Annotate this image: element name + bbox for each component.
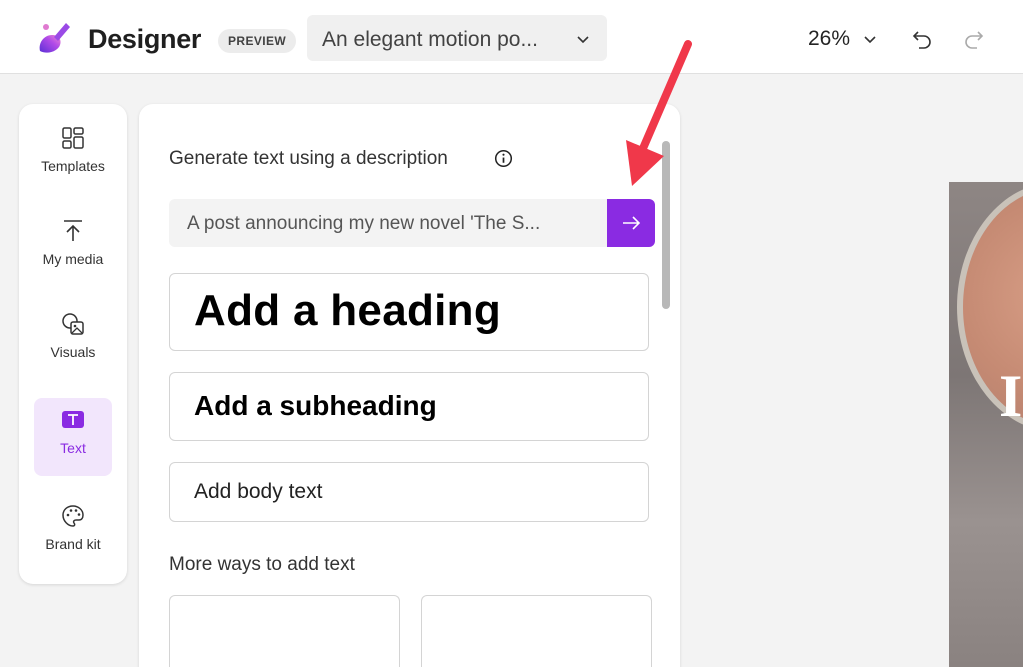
palette-icon [62, 505, 84, 527]
rail-item-brand-kit[interactable]: Brand kit [34, 494, 112, 572]
top-bar: Designer PREVIEW An elegant motion po...… [0, 0, 1023, 74]
prompt-input-value: A post announcing my new novel 'The S... [187, 213, 541, 234]
design-canvas[interactable]: I [949, 182, 1023, 667]
text-icon [62, 411, 84, 428]
arrow-right-icon [623, 216, 641, 230]
rail-item-label: My media [42, 251, 104, 267]
visuals-icon [62, 313, 84, 335]
app-name: Designer [88, 24, 202, 54]
add-heading-label: Add a heading [194, 286, 502, 335]
rail-item-my-media[interactable]: My media [34, 209, 112, 287]
prompt-input[interactable]: A post announcing my new novel 'The S... [169, 199, 607, 247]
generate-button[interactable] [607, 199, 655, 247]
generate-text-heading: Generate text using a description [169, 148, 448, 169]
add-subheading-label: Add a subheading [194, 390, 437, 421]
left-rail: Templates My media Visuals Text Brand ki… [19, 104, 127, 584]
rail-item-label: Templates [41, 158, 105, 174]
add-subheading-button[interactable]: Add a subheading [169, 372, 649, 441]
add-body-text-label: Add body text [194, 480, 323, 503]
designer-logo-icon [39, 23, 70, 53]
rail-item-text[interactable]: Text [34, 398, 112, 476]
templates-icon [62, 127, 84, 149]
rail-item-label: Text [60, 440, 86, 456]
rail-item-visuals[interactable]: Visuals [34, 302, 112, 380]
chevron-down-icon [577, 36, 589, 44]
rail-item-label: Brand kit [45, 536, 101, 552]
add-body-text-button[interactable]: Add body text [169, 462, 649, 522]
info-icon[interactable] [494, 149, 513, 168]
design-title-dropdown[interactable]: An elegant motion po... [307, 15, 607, 61]
undo-icon[interactable] [910, 27, 934, 51]
upload-icon [64, 220, 82, 241]
add-heading-button[interactable]: Add a heading [169, 273, 649, 351]
preview-badge: PREVIEW [218, 29, 297, 53]
text-panel: Generate text using a description A post… [139, 104, 680, 667]
rail-item-label: Visuals [50, 344, 96, 360]
rail-item-templates[interactable]: Templates [34, 116, 112, 194]
redo-icon[interactable] [962, 27, 986, 51]
zoom-chevron-down-icon[interactable] [862, 31, 878, 47]
more-ways-heading: More ways to add text [169, 554, 355, 575]
canvas-letter-graphic: I [999, 363, 1023, 429]
annotation-arrow-icon [626, 40, 692, 186]
text-style-card[interactable] [169, 595, 400, 667]
zoom-level[interactable]: 26% [808, 27, 850, 51]
design-title: An elegant motion po... [322, 28, 538, 51]
text-style-card[interactable] [421, 595, 652, 667]
